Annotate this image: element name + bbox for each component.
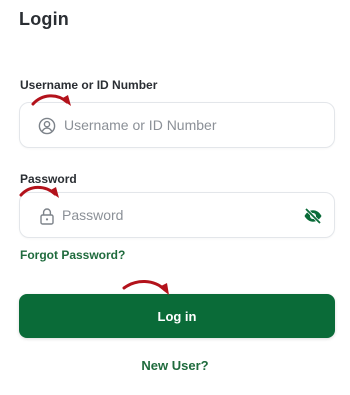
password-input[interactable] <box>62 193 302 237</box>
lock-icon <box>38 207 56 225</box>
page-title: Login <box>19 9 69 29</box>
eye-slash-icon[interactable] <box>302 206 324 226</box>
password-field[interactable] <box>19 192 335 238</box>
new-user-link[interactable]: New User? <box>0 358 350 373</box>
username-label: Username or ID Number <box>20 78 158 92</box>
username-field[interactable] <box>19 102 335 148</box>
forgot-password-link[interactable]: Forgot Password? <box>20 248 125 262</box>
password-label: Password <box>20 172 77 186</box>
login-button[interactable]: Log in <box>19 294 335 338</box>
user-circle-icon <box>38 117 56 135</box>
username-input[interactable] <box>64 103 304 147</box>
